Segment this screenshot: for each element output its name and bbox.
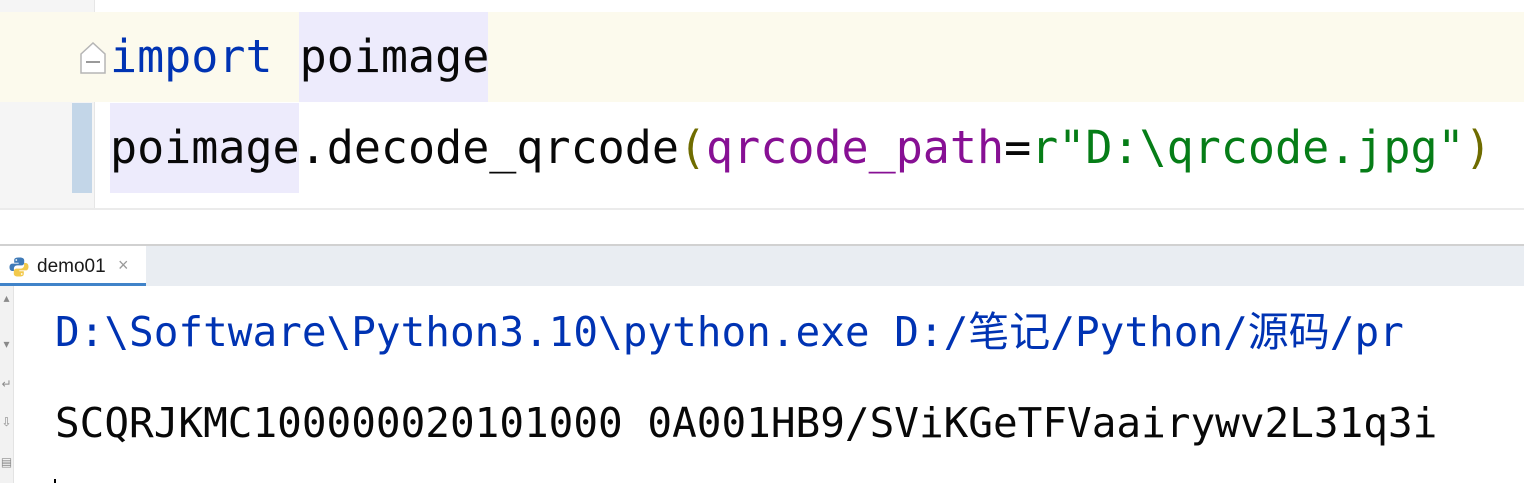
- vcs-change-marker[interactable]: [72, 103, 92, 193]
- equals-sign: =: [1004, 121, 1032, 174]
- active-tab-indicator: [0, 283, 146, 286]
- python-icon: [9, 257, 29, 277]
- print-icon[interactable]: ▤: [0, 454, 13, 470]
- run-tab-bar: demo01 ×: [0, 246, 1524, 286]
- soft-wrap-icon[interactable]: ↵: [0, 376, 13, 392]
- code-line-import[interactable]: import poimage: [110, 12, 489, 102]
- fold-icon[interactable]: [80, 42, 106, 74]
- scroll-to-end-icon[interactable]: ⇩: [0, 414, 13, 430]
- console-command-line: D:\Software\Python3.10\python.exe D:/笔记/…: [55, 308, 1404, 356]
- splitter[interactable]: [0, 210, 1524, 245]
- method-name: .decode_qrcode: [299, 121, 679, 174]
- console-caret: [54, 479, 56, 483]
- arrow-down-icon[interactable]: ▾: [0, 336, 13, 352]
- tab-demo01[interactable]: demo01 ×: [0, 246, 146, 286]
- arrow-up-icon[interactable]: ▴: [0, 290, 13, 306]
- module-name: poimage: [299, 30, 490, 83]
- open-paren: (: [678, 121, 707, 174]
- tab-label: demo01: [37, 256, 106, 277]
- code-editor[interactable]: import poimage poimage.decode_qrcode(qrc…: [0, 0, 1524, 208]
- keyword-import: import: [110, 30, 273, 83]
- console-output-line: SCQRJKMC100000020101000 0A001HB9/SViKGeT…: [55, 399, 1438, 447]
- string-literal: r"D:\qrcode.jpg": [1031, 121, 1465, 174]
- editor-top-strip: [95, 0, 1524, 12]
- param-name: qrcode_path: [706, 121, 1005, 174]
- code-line-call[interactable]: poimage.decode_qrcode(qrcode_path=r"D:\q…: [110, 103, 1492, 193]
- run-toolbar: ▴ ▾ ↵ ⇩ ▤: [0, 286, 14, 483]
- close-paren: ): [1464, 121, 1492, 174]
- close-icon[interactable]: ×: [118, 255, 129, 276]
- object-name: poimage: [110, 121, 300, 174]
